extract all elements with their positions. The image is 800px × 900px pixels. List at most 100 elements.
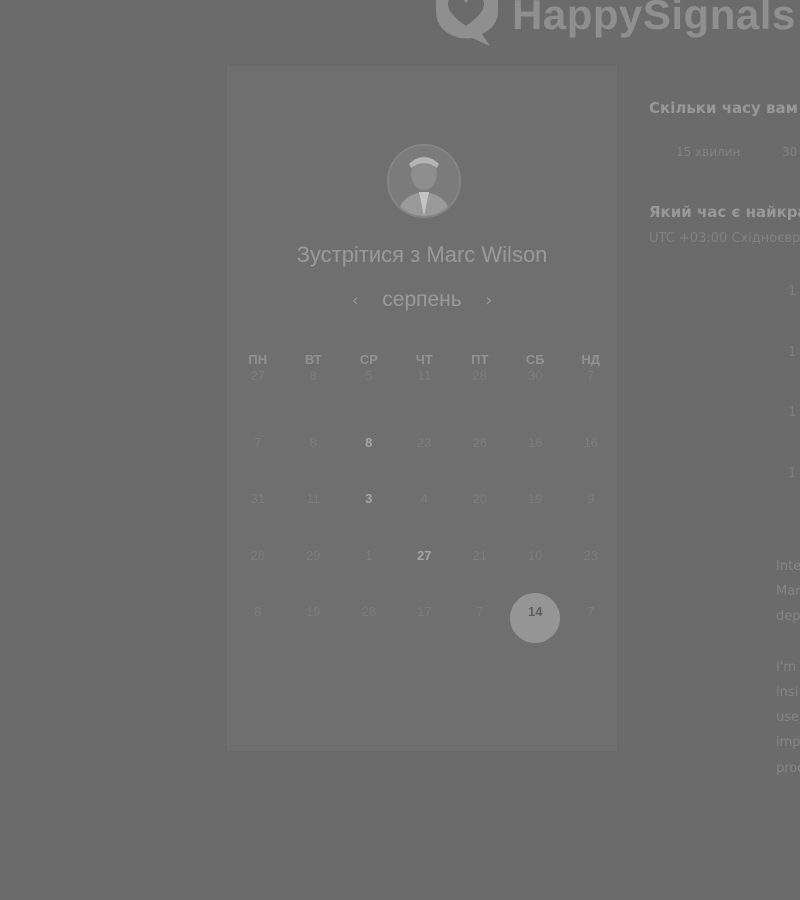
- calendar-day: 19: [286, 594, 342, 651]
- calendar-day: 8: [286, 425, 342, 482]
- calendar-day-number: 21: [472, 547, 487, 563]
- calendar-grid: 27 8 5 11 28 30 7 7 8 8 23 26 16 16 31 11 3 4 20 19 9 28 29 1 27…: [230, 368, 618, 651]
- calendar-day: 21: [452, 538, 508, 595]
- weekday-label: СБ: [525, 352, 545, 367]
- calendar-day-number: 31: [250, 491, 265, 506]
- calendar-day-number: 20: [472, 491, 487, 506]
- calendar-day-number: 8: [254, 604, 262, 619]
- calendar-day: 7: [563, 594, 619, 651]
- calendar-day-number: 7: [587, 368, 595, 383]
- bio-line: prod: [776, 761, 800, 776]
- calendar-day[interactable]: 8: [341, 425, 397, 482]
- calendar-day: 8: [230, 594, 286, 651]
- calendar-day: 7: [452, 594, 508, 651]
- calendar-day-number: 19: [306, 604, 321, 619]
- time-slot[interactable]: 1: [788, 345, 796, 360]
- calendar-day: 23: [397, 425, 453, 482]
- happysignals-logo: HappySignals: [432, 0, 796, 48]
- weekday-header: ПН ВТ СР ЧТ ПТ СБ НД: [230, 352, 618, 368]
- calendar-day: 28: [230, 538, 286, 595]
- bio-line: insi: [776, 685, 799, 700]
- calendar-day: 10: [508, 538, 564, 595]
- calendar-day-number: 5: [365, 368, 373, 383]
- calendar-day-number: 7: [476, 604, 484, 619]
- calendar-day: 20: [452, 481, 508, 538]
- calendar-day: 5: [341, 368, 397, 425]
- calendar-day-number: 1: [365, 547, 373, 563]
- calendar-day[interactable]: 27: [397, 538, 453, 595]
- calendar-day: 16: [563, 425, 619, 482]
- month-navigator: ‹ серпень ›: [227, 288, 617, 312]
- duration-option[interactable]: 30: [782, 145, 797, 159]
- calendar-day-number: 11: [306, 491, 321, 506]
- calendar-day: 7: [230, 425, 286, 482]
- calendar-day-number: 28: [361, 604, 376, 619]
- month-label: серпень: [382, 288, 462, 311]
- calendar-day-number: 28: [250, 547, 265, 563]
- calendar-day[interactable]: 3: [341, 481, 397, 538]
- weekday-label: ЧТ: [415, 352, 433, 367]
- calendar-day-number: 19: [528, 491, 543, 506]
- calendar-day: 7: [563, 368, 619, 425]
- calendar-day-number: 16: [528, 434, 543, 450]
- calendar-day: 11: [397, 368, 453, 425]
- calendar-day-number: 8: [309, 434, 317, 450]
- calendar-day-number: 8: [365, 434, 373, 450]
- weekday-label: НД: [581, 352, 601, 367]
- calendar-day-number: 27: [250, 368, 265, 383]
- calendar-day-number: 8: [309, 368, 317, 383]
- calendar-day: 8: [286, 368, 342, 425]
- bio-line: use: [776, 710, 800, 725]
- calendar-day: 28: [452, 368, 508, 425]
- calendar-day: 31: [230, 481, 286, 538]
- calendar-day-number: 23: [417, 434, 432, 450]
- booking-card: Зустрітися з Marc Wilson ‹ серпень › ПН …: [227, 66, 617, 751]
- time-question: Який час є найкращ: [649, 203, 800, 221]
- host-avatar: [387, 144, 461, 218]
- calendar-day: 27: [230, 368, 286, 425]
- calendar-day-number: 7: [587, 604, 595, 619]
- bio-line: I'm: [776, 660, 797, 675]
- weekday-label: СР: [359, 352, 378, 367]
- calendar-day: 26: [452, 425, 508, 482]
- calendar: ПН ВТ СР ЧТ ПТ СБ НД 27 8 5 11 28 30 7 7 8 8 23 26 1…: [230, 352, 618, 651]
- calendar-day-number: 10: [528, 547, 543, 563]
- calendar-day-number: 17: [417, 604, 432, 619]
- time-slot[interactable]: 1: [788, 466, 796, 481]
- chevron-left-icon[interactable]: ‹: [346, 290, 364, 311]
- bio-line: Inte: [776, 559, 800, 574]
- calendar-day-number: 7: [254, 434, 262, 450]
- calendar-day-number: 3: [365, 491, 373, 506]
- bio-line: Mar: [776, 584, 800, 599]
- bio-line: dep: [776, 609, 800, 624]
- meeting-title: Зустрітися з Marc Wilson: [296, 242, 548, 267]
- calendar-day: 17: [397, 594, 453, 651]
- calendar-day: 29: [286, 538, 342, 595]
- timezone-label[interactable]: UTC +03:00 Східноєвр: [649, 231, 800, 246]
- calendar-day-number: 23: [583, 547, 598, 563]
- calendar-day-selected[interactable]: 14: [508, 594, 564, 651]
- calendar-day: 30: [508, 368, 564, 425]
- calendar-day: 16: [508, 425, 564, 482]
- calendar-day-number: 16: [583, 434, 598, 450]
- chevron-right-icon[interactable]: ›: [480, 290, 498, 311]
- weekday-label: ВТ: [304, 352, 322, 367]
- time-slot[interactable]: 1: [788, 284, 796, 299]
- bio-line: imp: [776, 735, 800, 750]
- time-slot[interactable]: 1: [788, 405, 796, 420]
- calendar-day-number: 11: [417, 368, 432, 383]
- duration-option[interactable]: 15 хвилин: [676, 145, 740, 159]
- calendar-day-number: 30: [528, 368, 543, 383]
- duration-question: Скільки часу вам по: [649, 99, 800, 117]
- calendar-day: 19: [508, 481, 564, 538]
- calendar-day-number: 27: [417, 547, 432, 563]
- calendar-day-number: 4: [420, 491, 428, 506]
- calendar-day: 28: [341, 594, 397, 651]
- weekday-label: ПН: [248, 352, 268, 367]
- calendar-day-number: 29: [306, 547, 321, 563]
- calendar-day-number: 14: [528, 604, 543, 619]
- brand-name: HappySignals: [512, 0, 796, 38]
- calendar-day-number: 28: [472, 368, 487, 383]
- calendar-day: 1: [341, 538, 397, 595]
- calendar-day-number: 9: [587, 491, 595, 506]
